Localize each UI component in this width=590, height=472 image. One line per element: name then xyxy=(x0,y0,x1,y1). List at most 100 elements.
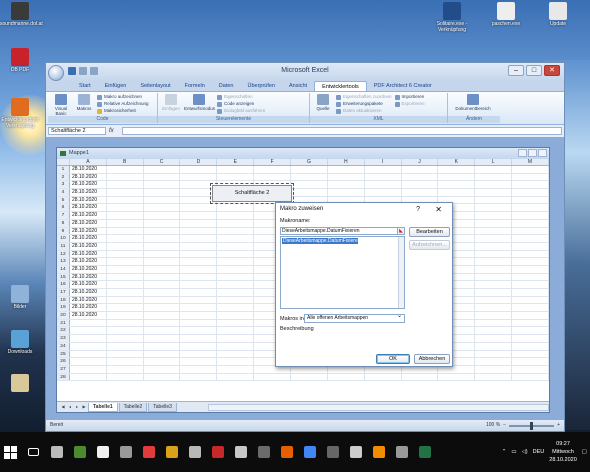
cell-C[interactable] xyxy=(144,189,181,196)
cell-A[interactable] xyxy=(70,358,107,365)
cell-H[interactable] xyxy=(328,181,365,189)
cell-E[interactable] xyxy=(217,250,255,258)
cell-C[interactable] xyxy=(144,342,181,350)
refresh-data-button[interactable]: Daten aktualisieren xyxy=(336,108,392,114)
taskbar-app-15[interactable] xyxy=(391,442,412,463)
cell-A[interactable]: 28.10.2020 xyxy=(70,273,107,281)
cell-B[interactable] xyxy=(107,342,144,350)
cell-E[interactable] xyxy=(217,312,255,319)
row-header[interactable]: 5 xyxy=(57,196,70,204)
column-header-J[interactable]: J xyxy=(402,159,439,165)
source-button[interactable]: Quelle xyxy=(313,94,333,111)
task-view-button[interactable] xyxy=(23,442,44,463)
column-header-G[interactable]: G xyxy=(291,159,328,165)
wb-maximize-button[interactable] xyxy=(528,149,537,157)
column-header-F[interactable]: F xyxy=(254,159,292,165)
column-header-K[interactable]: K xyxy=(438,159,476,165)
cell-A[interactable]: 28.10.2020 xyxy=(70,312,107,319)
row-header[interactable]: 4 xyxy=(57,189,70,196)
cell-C[interactable] xyxy=(144,196,181,204)
cell-E[interactable] xyxy=(217,219,255,227)
cell-A[interactable] xyxy=(70,327,107,335)
cell-D[interactable] xyxy=(180,204,218,212)
cell-A[interactable]: 28.10.2020 xyxy=(70,227,107,235)
cell-B[interactable] xyxy=(107,235,144,242)
cell-A[interactable]: 28.10.2020 xyxy=(70,189,107,196)
volume-icon[interactable]: ◁) xyxy=(522,449,528,455)
network-icon[interactable]: ▭ xyxy=(511,449,516,455)
desktop-icon-4[interactable]: Downloads xyxy=(0,330,40,355)
column-header-I[interactable]: I xyxy=(365,159,402,165)
cell-M[interactable] xyxy=(512,258,549,265)
cell-F[interactable] xyxy=(254,166,292,173)
action-center-icon[interactable]: ▢ xyxy=(582,449,587,455)
cell-G[interactable] xyxy=(291,173,328,181)
cell-B[interactable] xyxy=(107,365,144,373)
cell-E[interactable] xyxy=(217,173,255,181)
cell-C[interactable] xyxy=(144,350,181,358)
cell-D[interactable] xyxy=(180,319,218,327)
cell-J[interactable] xyxy=(402,166,439,173)
cell-B[interactable] xyxy=(107,358,144,365)
cell-A[interactable]: 28.10.2020 xyxy=(70,219,107,227)
cell-M[interactable] xyxy=(512,196,549,204)
cell-M[interactable] xyxy=(512,342,549,350)
row-header[interactable]: 18 xyxy=(57,296,70,304)
tab-3[interactable]: Formeln xyxy=(178,81,212,91)
cell-A[interactable]: 28.10.2020 xyxy=(70,265,107,273)
ok-button[interactable]: OK xyxy=(376,354,410,364)
cell-C[interactable] xyxy=(144,312,181,319)
row-header[interactable]: 1 xyxy=(57,166,70,173)
cell-J[interactable] xyxy=(402,373,439,381)
cell-C[interactable] xyxy=(144,327,181,335)
cell-M[interactable] xyxy=(512,181,549,189)
row-header[interactable]: 15 xyxy=(57,273,70,281)
cancel-button[interactable]: Abbrechen xyxy=(414,354,450,364)
cell-D[interactable] xyxy=(180,304,218,312)
cell-A[interactable]: 28.10.2020 xyxy=(70,289,107,296)
cell-E[interactable] xyxy=(217,212,255,219)
tab-8[interactable]: PDF Architect 6 Creator xyxy=(367,81,439,91)
cell-E[interactable] xyxy=(217,304,255,312)
cell-D[interactable] xyxy=(180,250,218,258)
cell-L[interactable] xyxy=(475,258,513,265)
record-button[interactable]: Aufzeichnen... xyxy=(409,240,450,250)
cell-D[interactable] xyxy=(180,335,218,342)
cell-A[interactable]: 28.10.2020 xyxy=(70,235,107,242)
visual-basic-button[interactable]: Visual Basic xyxy=(51,94,71,116)
cell-L[interactable] xyxy=(475,250,513,258)
cell-E[interactable] xyxy=(217,373,255,381)
cell-D[interactable] xyxy=(180,327,218,335)
wb-close-button[interactable] xyxy=(538,149,547,157)
cell-A[interactable]: 28.10.2020 xyxy=(70,204,107,212)
cell-C[interactable] xyxy=(144,358,181,365)
next-sheet-icon[interactable]: ▸ xyxy=(74,404,80,410)
cell-C[interactable] xyxy=(144,365,181,373)
cell-A[interactable]: 28.10.2020 xyxy=(70,304,107,312)
row-header[interactable]: 13 xyxy=(57,258,70,265)
design-mode-button[interactable]: Entwurfsmodus xyxy=(184,94,215,111)
cell-D[interactable] xyxy=(180,358,218,365)
cell-A[interactable]: 28.10.2020 xyxy=(70,166,107,173)
cell-M[interactable] xyxy=(512,219,549,227)
cell-L[interactable] xyxy=(475,281,513,288)
macro-list-scrollbar[interactable] xyxy=(398,237,404,308)
cell-D[interactable] xyxy=(180,166,218,173)
cell-D[interactable] xyxy=(180,227,218,235)
document-panel-button[interactable]: Dokumentbereich xyxy=(451,94,495,111)
cell-C[interactable] xyxy=(144,373,181,381)
row-header[interactable]: 21 xyxy=(57,319,70,327)
cell-D[interactable] xyxy=(180,258,218,265)
cell-A[interactable]: 28.10.2020 xyxy=(70,296,107,304)
row-header[interactable]: 7 xyxy=(57,212,70,219)
cell-G[interactable] xyxy=(291,166,328,173)
cell-L[interactable] xyxy=(475,289,513,296)
taskbar-app-14[interactable] xyxy=(368,442,389,463)
cell-A[interactable]: 28.10.2020 xyxy=(70,181,107,189)
cell-M[interactable] xyxy=(512,296,549,304)
dialog-close-icon[interactable]: ✕ xyxy=(435,203,442,216)
cell-B[interactable] xyxy=(107,265,144,273)
desktop-icon-5[interactable] xyxy=(0,374,40,393)
taskbar-app-3[interactable] xyxy=(115,442,136,463)
cell-B[interactable] xyxy=(107,250,144,258)
